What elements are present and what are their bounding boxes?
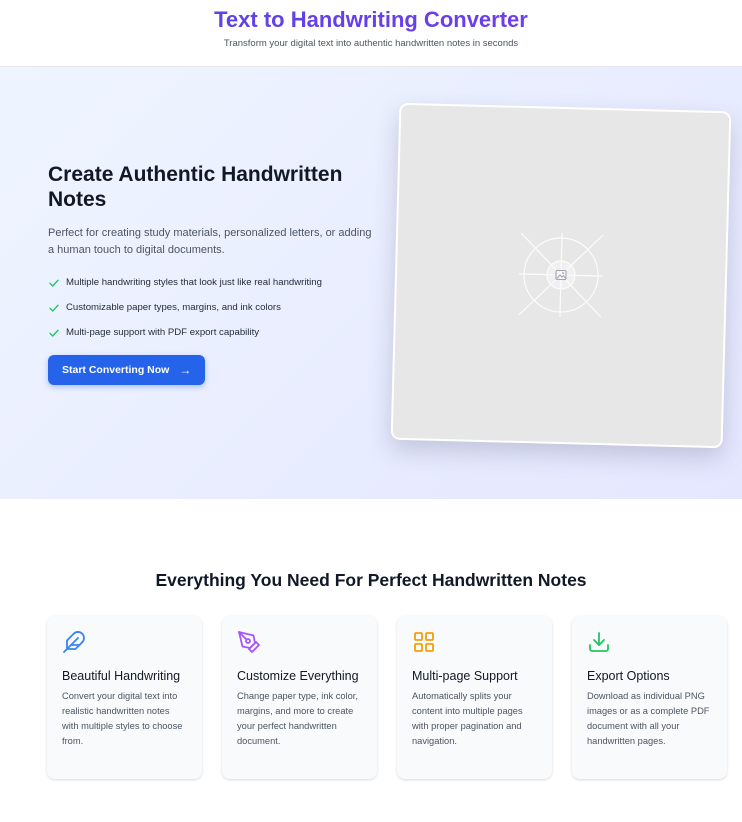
hero-feature-item: Customizable paper types, margins, and i…	[48, 295, 378, 320]
feature-card-multi-page-support: Multi-page Support Automatically splits …	[397, 616, 552, 779]
feature-card-title: Export Options	[587, 669, 670, 683]
check-icon	[49, 329, 59, 337]
feature-card-text: Convert your digital text into realistic…	[62, 691, 183, 746]
arrow-right-icon: →	[179, 363, 192, 377]
feature-card-customize-everything: Customize Everything Change paper type, …	[222, 616, 377, 779]
hero-title-line2: Notes	[48, 188, 107, 211]
features-title: Everything You Need For Perfect Handwrit…	[155, 570, 587, 590]
feature-card-text: Change paper type, ink color, margins, a…	[237, 691, 358, 746]
pen-tool-icon	[238, 631, 260, 653]
feature-card-title: Multi-page Support	[412, 669, 518, 683]
feature-card-text: Download as individual PNG images or as …	[587, 691, 710, 746]
hero-feature-text: Multiple handwriting styles that look ju…	[66, 277, 322, 288]
download-icon	[589, 632, 609, 652]
hero-description: Perfect for creating study materials, pe…	[48, 227, 372, 256]
grid-icon	[414, 632, 434, 652]
hero-feature-list: Multiple handwriting styles that look ju…	[48, 270, 378, 345]
features-section: Everything You Need For Perfect Handwrit…	[0, 499, 742, 822]
hero-title: Create Authentic Handwritten Notes	[48, 162, 378, 212]
check-icon	[49, 304, 59, 312]
hero-content: Create Authentic Handwritten Notes Perfe…	[48, 162, 378, 385]
feature-card-text: Automatically splits your content into m…	[412, 691, 523, 746]
feature-card-beautiful-handwriting: Beautiful Handwriting Convert your digit…	[47, 616, 202, 779]
image-placeholder-graphic	[518, 232, 604, 318]
feature-card-export-options: Export Options Download as individual PN…	[572, 616, 727, 779]
hero-title-line1: Create Authentic Handwritten	[48, 163, 343, 186]
hero-feature-item: Multi-page support with PDF export capab…	[48, 320, 378, 345]
hero-feature-item: Multiple handwriting styles that look ju…	[48, 270, 378, 295]
feature-card-title: Beautiful Handwriting	[62, 669, 181, 683]
feature-card-title: Customize Everything	[237, 669, 359, 683]
site-header: Text to Handwriting Converter Transform …	[0, 0, 742, 67]
hero-feature-text: Customizable paper types, margins, and i…	[66, 302, 281, 313]
start-converting-button[interactable]: Start Converting Now →	[48, 355, 206, 385]
page-subtitle: Transform your digital text into authent…	[223, 38, 519, 49]
page-title: Text to Handwriting Converter	[0, 6, 742, 34]
handwriting-preview-image	[390, 102, 732, 449]
hero-feature-text: Multi-page support with PDF export capab…	[66, 327, 260, 338]
check-icon	[49, 279, 59, 287]
feather-icon	[63, 631, 85, 653]
start-converting-label: Start Converting Now	[62, 364, 170, 376]
hero-section: Create Authentic Handwritten Notes Perfe…	[0, 67, 742, 499]
